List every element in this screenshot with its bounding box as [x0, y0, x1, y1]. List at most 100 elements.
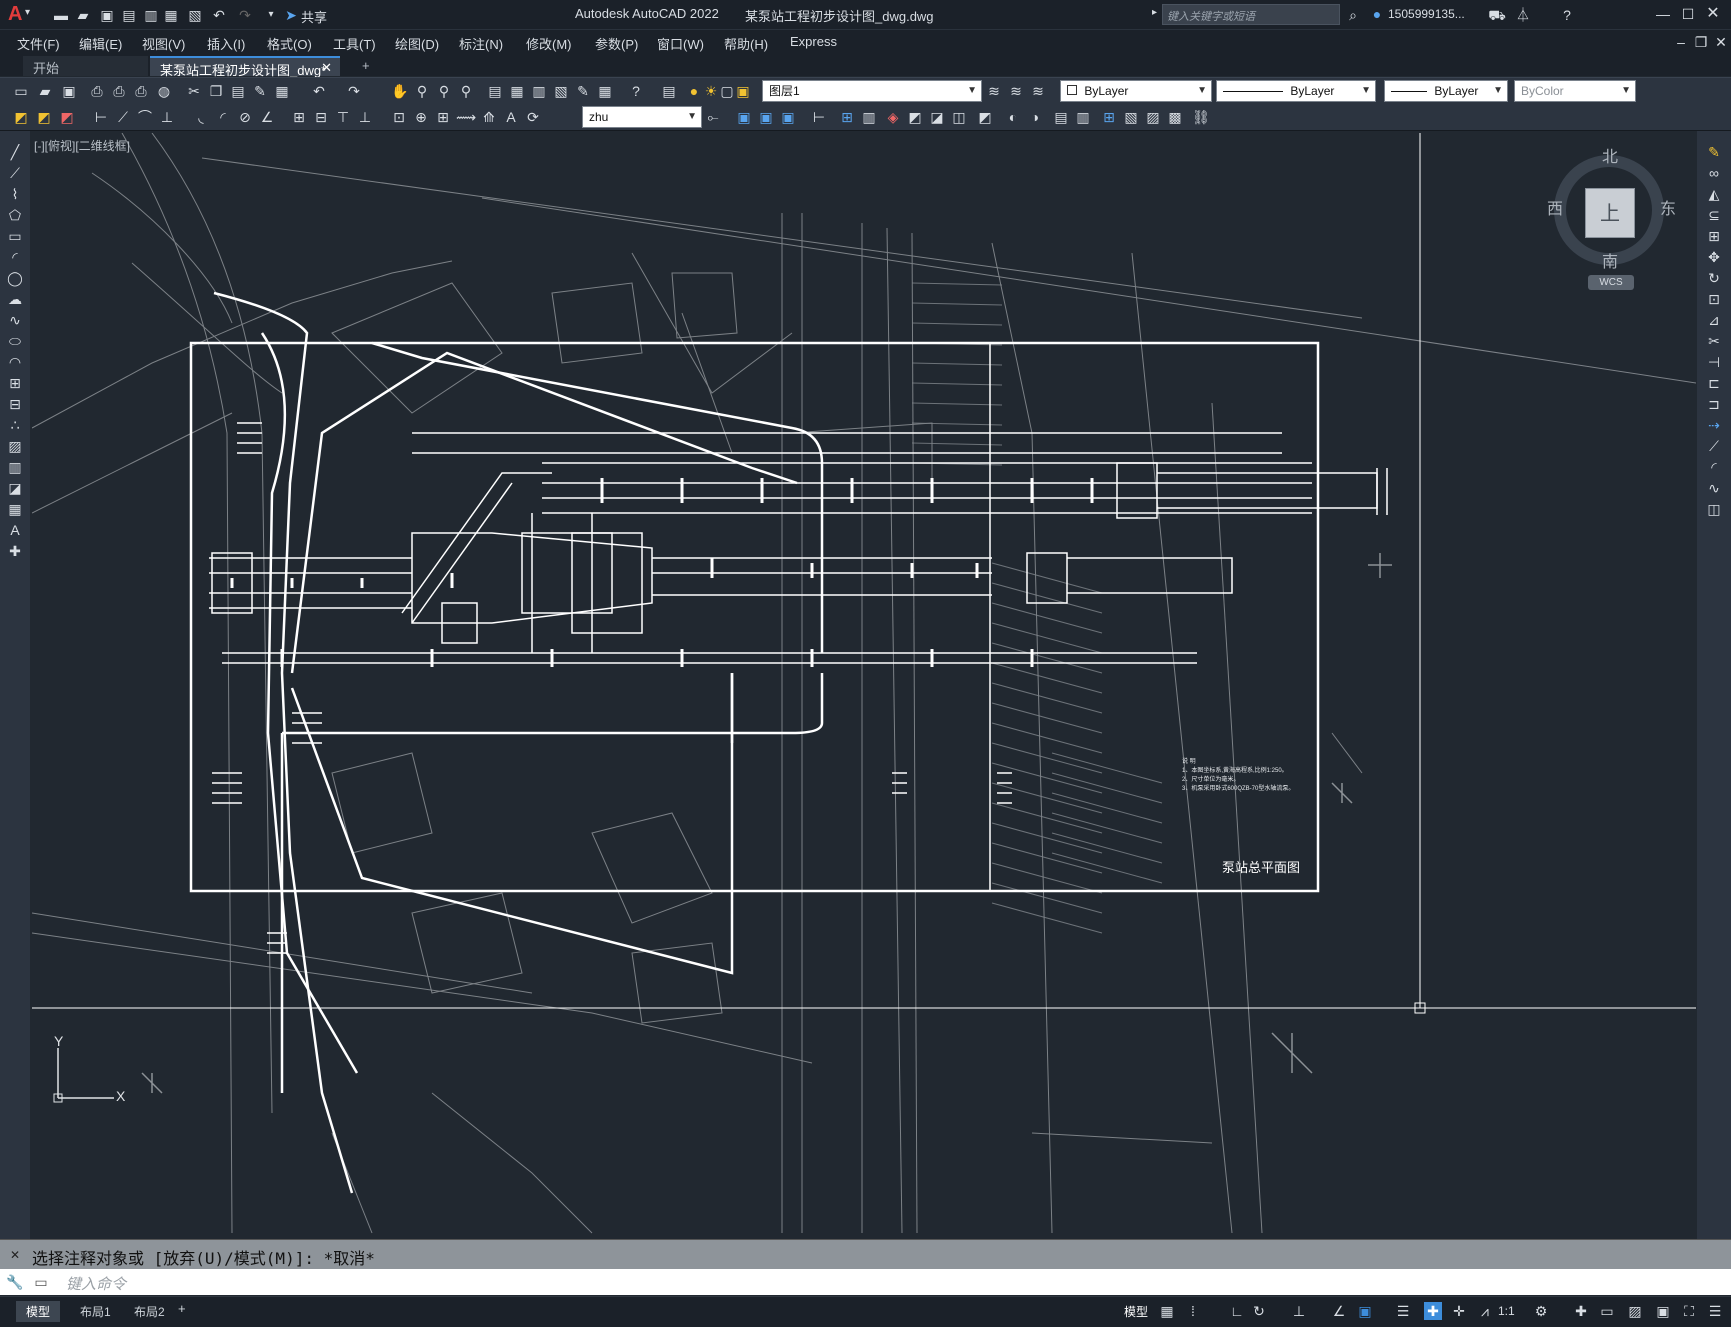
save-icon[interactable]: ▣ — [60, 82, 78, 100]
layer-dropdown[interactable]: 图层1 ▼ — [762, 80, 982, 102]
add-selected-icon[interactable]: ✚ — [6, 542, 24, 560]
dim-update-icon[interactable]: ⟳ — [524, 108, 542, 126]
maximize-icon[interactable]: ☐ — [1679, 5, 1697, 23]
offset-icon[interactable]: ⊆ — [1705, 206, 1723, 224]
continue-dim-icon[interactable]: ⊤ — [334, 108, 352, 126]
xref-icon[interactable]: ▨ — [1144, 108, 1162, 126]
isolate-icon[interactable]: ▣ — [1654, 1302, 1672, 1320]
doc-close-icon[interactable]: ✕ — [1712, 33, 1730, 51]
redo-icon[interactable]: ↷ — [345, 82, 363, 100]
zoom-previous-icon[interactable]: ⚲ — [457, 82, 475, 100]
break-icon[interactable]: ⊐ — [1705, 395, 1723, 413]
menu-insert[interactable]: 插入(I) — [207, 34, 245, 53]
menu-dimension[interactable]: 标注(N) — [459, 34, 503, 53]
rectangle-icon[interactable]: ▭ — [6, 227, 24, 245]
help-icon[interactable]: ? — [1558, 6, 1576, 24]
ucs-world-icon[interactable]: ▣ — [757, 108, 775, 126]
undo-icon[interactable]: ↶ — [210, 6, 228, 24]
calculator-icon[interactable]: ▦ — [596, 82, 614, 100]
menu-edit[interactable]: 编辑(E) — [79, 34, 122, 53]
annotation-scale-value[interactable]: 1:1 — [1498, 1304, 1515, 1318]
render-icon[interactable]: ◩ — [906, 108, 924, 126]
minimize-icon[interactable]: — — [1654, 5, 1672, 23]
publish-icon[interactable]: ⎙ — [132, 82, 150, 100]
make-block-icon[interactable]: ⊟ — [6, 395, 24, 413]
grid-icon[interactable]: ▦ — [1158, 1302, 1176, 1320]
search-input[interactable]: 键入关键字或短语 — [1162, 4, 1340, 25]
dim-style-dropdown[interactable]: zhu ▼ — [582, 106, 702, 128]
autocad-logo[interactable]: A — [8, 3, 22, 26]
object-snap-icon[interactable]: ◩ — [12, 108, 30, 126]
viewcube-top-face[interactable]: 上 — [1585, 188, 1635, 238]
make-current-layer-icon[interactable]: ≋ — [985, 82, 1003, 100]
design-center-icon[interactable]: ▦ — [508, 82, 526, 100]
search-icon[interactable]: ⌕ — [1344, 6, 1362, 24]
tab-model[interactable]: 模型 — [16, 1301, 61, 1322]
layer-manager-icon[interactable]: ▤ — [660, 82, 678, 100]
sheet-set-icon[interactable]: ▧ — [552, 82, 570, 100]
material-icon[interactable]: ◪ — [928, 108, 946, 126]
hyperlink-icon[interactable]: ⛓ — [1192, 108, 1210, 126]
paste-icon[interactable]: ▤ — [229, 82, 247, 100]
command-input[interactable]: 键入命令 — [66, 1273, 1706, 1293]
diameter-dim-icon[interactable]: ⊘ — [236, 108, 254, 126]
break-point-icon[interactable]: ⊏ — [1705, 374, 1723, 392]
ortho-icon[interactable]: ⊥ — [1290, 1302, 1308, 1320]
spline-icon[interactable]: ∿ — [6, 311, 24, 329]
explode-icon[interactable]: ⊢ — [810, 108, 828, 126]
viewcube-north[interactable]: 北 — [1602, 143, 1618, 167]
clean-screen-icon[interactable]: ⛶ — [1680, 1302, 1698, 1320]
menu-express[interactable]: Express — [790, 34, 837, 49]
quick-properties-icon[interactable]: ▨ — [1626, 1302, 1644, 1320]
lineweight-dropdown[interactable]: ByLayer ▼ — [1384, 80, 1508, 102]
tab-close-icon[interactable]: ✕ — [321, 60, 332, 76]
sheet-icon[interactable]: ▥ — [1074, 108, 1092, 126]
revcloud-icon[interactable]: ☁ — [6, 290, 24, 308]
dim-style-icon[interactable]: ⟜ — [704, 108, 722, 126]
polar-icon[interactable]: ∠ — [1330, 1302, 1348, 1320]
rotate-icon[interactable]: ↻ — [1705, 269, 1723, 287]
visual-style-icon[interactable]: ◈ — [884, 108, 902, 126]
annotation-visibility-icon[interactable]: ✚ — [1424, 1302, 1442, 1320]
chevron-right-icon[interactable]: ▸ — [1152, 7, 1157, 18]
wcs-button[interactable]: WCS — [1588, 275, 1634, 290]
erase-icon[interactable]: ✎ — [1705, 143, 1723, 161]
arc-length-icon[interactable]: ⌒ — [136, 108, 154, 126]
polygon-icon[interactable]: ⬠ — [6, 206, 24, 224]
new-icon[interactable]: ▭ — [12, 82, 30, 100]
tab-layout2[interactable]: 布局2 — [126, 1301, 173, 1322]
open-web-icon[interactable]: ▥ — [142, 6, 160, 24]
add-layout-button[interactable]: + — [178, 1301, 186, 1316]
menu-parametric[interactable]: 参数(P) — [595, 34, 638, 53]
snap-settings-icon[interactable]: ◩ — [35, 108, 53, 126]
save-icon[interactable]: ▣ — [98, 6, 116, 24]
polyline-icon[interactable]: ⌇ — [6, 185, 24, 203]
menu-window[interactable]: 窗口(W) — [657, 34, 704, 53]
linear-dim-icon[interactable]: ⊢ — [92, 108, 110, 126]
snap-clear-icon[interactable]: ◩ — [58, 108, 76, 126]
trim-icon[interactable]: ✂ — [1705, 332, 1723, 350]
annotation-monitor-icon[interactable]: ✚ — [1572, 1302, 1590, 1320]
center-mark-icon[interactable]: ⊕ — [412, 108, 430, 126]
share-icon[interactable]: ➤ — [282, 6, 300, 24]
doc-restore-icon[interactable]: ❐ — [1692, 33, 1710, 51]
scale-icon[interactable]: ⊡ — [1705, 290, 1723, 308]
menu-view[interactable]: 视图(V) — [142, 34, 185, 53]
mirror-icon[interactable]: ◭ — [1705, 185, 1723, 203]
image-icon[interactable]: ▧ — [1122, 108, 1140, 126]
arc-icon[interactable]: ◜ — [6, 248, 24, 266]
command-prompt-icon[interactable]: ▭ — [32, 1273, 50, 1291]
plot-preview-icon[interactable]: ⎙ — [110, 82, 128, 100]
quick-dim-icon[interactable]: ⊞ — [290, 108, 308, 126]
aligned-dim-icon[interactable]: ⟋ — [114, 108, 132, 126]
cut-icon[interactable]: ✂ — [185, 82, 203, 100]
viewcube-south[interactable]: 南 — [1602, 248, 1618, 272]
pan-icon[interactable]: ✋ — [391, 82, 409, 100]
extend-icon[interactable]: ⊣ — [1705, 353, 1723, 371]
insert-block-icon[interactable]: ⊞ — [6, 374, 24, 392]
ordinate-dim-icon[interactable]: ⊥ — [158, 108, 176, 126]
user-icon[interactable]: ● — [1368, 5, 1386, 23]
open-icon[interactable]: ▰ — [36, 82, 54, 100]
walk-icon[interactable]: ◑ — [1026, 108, 1044, 126]
help-icon[interactable]: ? — [627, 82, 645, 100]
